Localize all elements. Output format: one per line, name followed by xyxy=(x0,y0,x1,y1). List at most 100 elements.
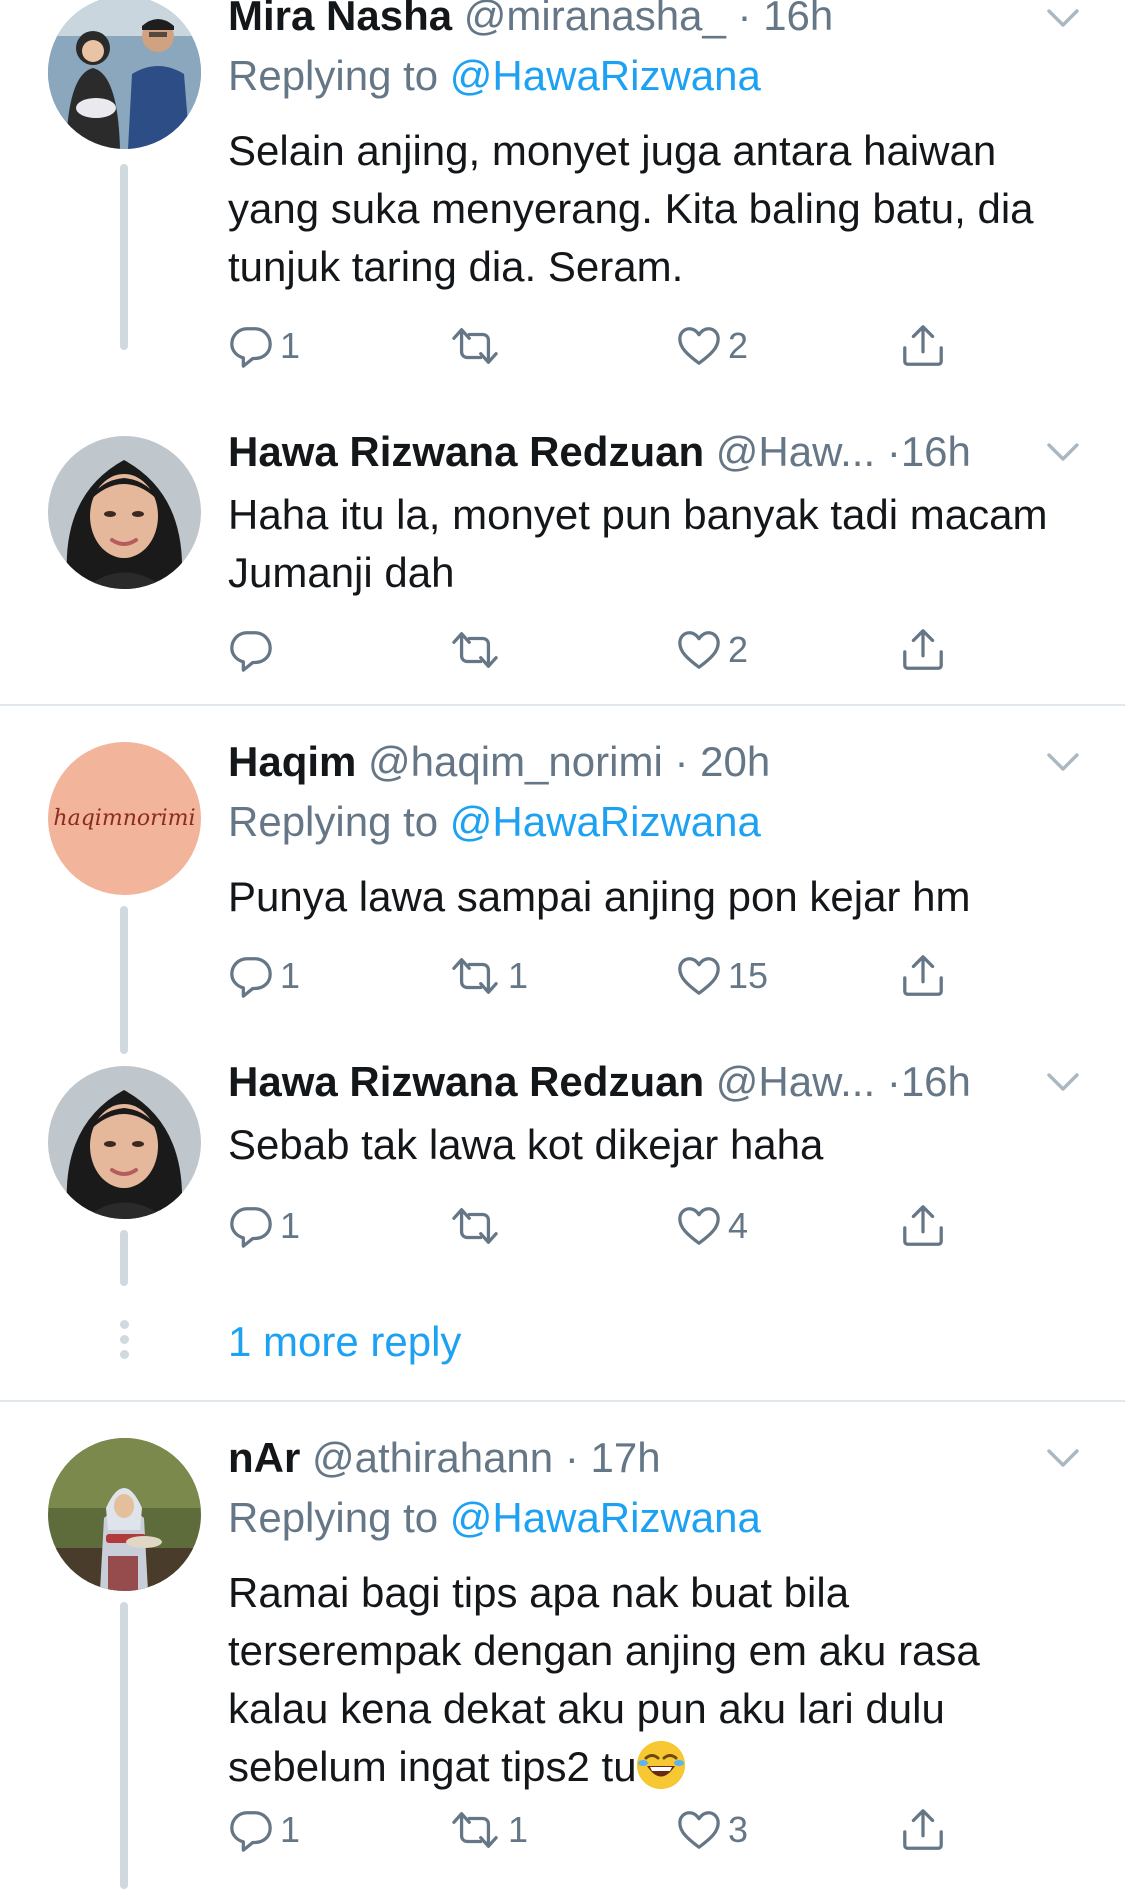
tweet-actions: 2 xyxy=(228,620,1065,680)
tweet-header: Hawa Rizwana Redzuan @Haw... ·16h xyxy=(228,424,1045,480)
tweet-actions: 1 4 xyxy=(228,1196,1065,1256)
display-name[interactable]: Hawa Rizwana Redzuan xyxy=(228,1058,704,1105)
reply-icon xyxy=(228,323,274,369)
reply-button[interactable]: 1 xyxy=(228,946,300,1006)
chevron-down-icon[interactable] xyxy=(1035,0,1091,46)
display-name[interactable]: nAr xyxy=(228,1434,300,1481)
retweet-button[interactable] xyxy=(448,316,508,376)
reply-icon xyxy=(228,1807,274,1853)
tweet[interactable]: Hawa Rizwana Redzuan @Haw... ·16h Haha i… xyxy=(0,400,1125,704)
retweet-button[interactable] xyxy=(448,620,508,680)
more-replies-dots xyxy=(118,1320,130,1365)
tweet[interactable]: Hawa Rizwana Redzuan @Haw... ·16h Sebab … xyxy=(0,1046,1125,1286)
display-name[interactable]: Mira Nasha xyxy=(228,0,452,39)
tweet-text: Punya lawa sampai anjing pon kejar hm xyxy=(228,873,971,920)
timestamp[interactable]: 16h xyxy=(901,428,971,475)
share-icon xyxy=(900,1203,946,1249)
tweet-actions: 1 1 15 xyxy=(228,946,1065,1006)
separator-dot: · xyxy=(737,0,752,39)
share-icon xyxy=(900,323,946,369)
separator-dot: · xyxy=(564,1434,579,1481)
timestamp[interactable]: 17h xyxy=(591,1434,661,1481)
like-count: 3 xyxy=(728,1809,749,1850)
like-button[interactable]: 3 xyxy=(676,1800,748,1860)
reply-count: 1 xyxy=(280,325,301,366)
avatar[interactable] xyxy=(48,1066,201,1219)
username[interactable]: @haqim_norimi xyxy=(368,738,663,785)
reply-icon xyxy=(228,627,274,673)
like-button[interactable]: 15 xyxy=(676,946,768,1006)
like-count: 15 xyxy=(728,955,769,996)
like-icon xyxy=(676,323,722,369)
tweet-header: Mira Nasha @miranasha_ · 16h xyxy=(228,0,1045,44)
laughing-emoji-icon xyxy=(636,1741,685,1789)
avatar[interactable]: haqimnorimi xyxy=(48,742,201,895)
tweet[interactable]: haqimnorimi Haqim @haqim_norimi · 20h Re… xyxy=(0,706,1125,1054)
separator-dot: · xyxy=(886,428,901,475)
tweet-header: nAr @athirahann · 17h xyxy=(228,1430,1045,1486)
like-button[interactable]: 2 xyxy=(676,316,748,376)
separator-dot: · xyxy=(886,1058,901,1105)
mention-link[interactable]: @HawaRizwana xyxy=(450,1494,761,1541)
tweet-actions: 1 2 xyxy=(228,316,1065,376)
reply-button[interactable]: 1 xyxy=(228,1800,300,1860)
chevron-down-icon[interactable] xyxy=(1035,734,1091,790)
replying-to: Replying to @HawaRizwana xyxy=(228,794,761,850)
like-icon xyxy=(676,953,722,999)
avatar[interactable] xyxy=(48,1438,201,1591)
username[interactable]: @Haw... xyxy=(716,1058,875,1105)
mention-link[interactable]: @HawaRizwana xyxy=(450,798,761,845)
avatar[interactable] xyxy=(48,436,201,589)
reply-button[interactable] xyxy=(228,620,280,680)
reply-icon xyxy=(228,953,274,999)
like-button[interactable]: 4 xyxy=(676,1196,748,1256)
avatar-logo-text: haqimnorimi xyxy=(53,806,196,831)
share-button[interactable] xyxy=(900,316,946,376)
reply-count: 1 xyxy=(280,955,301,996)
tweet-text: Selain anjing, monyet juga antara haiwan… xyxy=(228,127,1034,290)
share-button[interactable] xyxy=(900,1196,946,1256)
like-icon xyxy=(676,1807,722,1853)
reply-button[interactable]: 1 xyxy=(228,1196,300,1256)
retweet-count: 1 xyxy=(508,955,529,996)
reply-count: 1 xyxy=(280,1205,301,1246)
tweet-text: Haha itu la, monyet pun banyak tadi maca… xyxy=(228,491,1048,596)
display-name[interactable]: Haqim xyxy=(228,738,356,785)
retweet-icon xyxy=(448,1807,502,1853)
display-name[interactable]: Hawa Rizwana Redzuan xyxy=(228,428,704,475)
chevron-down-icon[interactable] xyxy=(1035,1430,1091,1486)
tweet[interactable]: nAr @athirahann · 17h Replying to @HawaR… xyxy=(0,1402,1125,1889)
tweet-header: Haqim @haqim_norimi · 20h xyxy=(228,734,1045,790)
tweet[interactable]: Mira Nasha @miranasha_ · 16h Replying to… xyxy=(0,0,1125,400)
username[interactable]: @athirahann xyxy=(312,1434,553,1481)
username[interactable]: @Haw... xyxy=(716,428,875,475)
timestamp[interactable]: 16h xyxy=(763,0,833,39)
timestamp[interactable]: 20h xyxy=(700,738,770,785)
username[interactable]: @miranasha_ xyxy=(464,0,726,39)
share-button[interactable] xyxy=(900,1800,946,1860)
like-count: 2 xyxy=(728,629,749,670)
retweet-button[interactable]: 1 xyxy=(448,946,528,1006)
share-button[interactable] xyxy=(900,620,946,680)
share-icon xyxy=(900,1807,946,1853)
separator-dot: · xyxy=(674,738,689,785)
avatar[interactable] xyxy=(48,0,201,149)
like-button[interactable]: 2 xyxy=(676,620,748,680)
retweet-button[interactable]: 1 xyxy=(448,1800,528,1860)
share-icon xyxy=(900,953,946,999)
reply-count: 1 xyxy=(280,1809,301,1850)
like-count: 2 xyxy=(728,325,749,366)
tweet-text: Ramai bagi tips apa nak buat bila terser… xyxy=(228,1564,1065,1796)
chevron-down-icon[interactable] xyxy=(1035,424,1091,480)
timestamp[interactable]: 16h xyxy=(901,1058,971,1105)
thread-line xyxy=(120,906,128,1054)
mention-link[interactable]: @HawaRizwana xyxy=(450,52,761,99)
retweet-button[interactable] xyxy=(448,1196,508,1256)
like-icon xyxy=(676,1203,722,1249)
share-button[interactable] xyxy=(900,946,946,1006)
reply-button[interactable]: 1 xyxy=(228,316,300,376)
retweet-icon xyxy=(448,323,502,369)
replying-to-label: Replying to xyxy=(228,52,450,99)
chevron-down-icon[interactable] xyxy=(1035,1054,1091,1110)
more-replies-link[interactable]: 1 more reply xyxy=(228,1314,461,1370)
